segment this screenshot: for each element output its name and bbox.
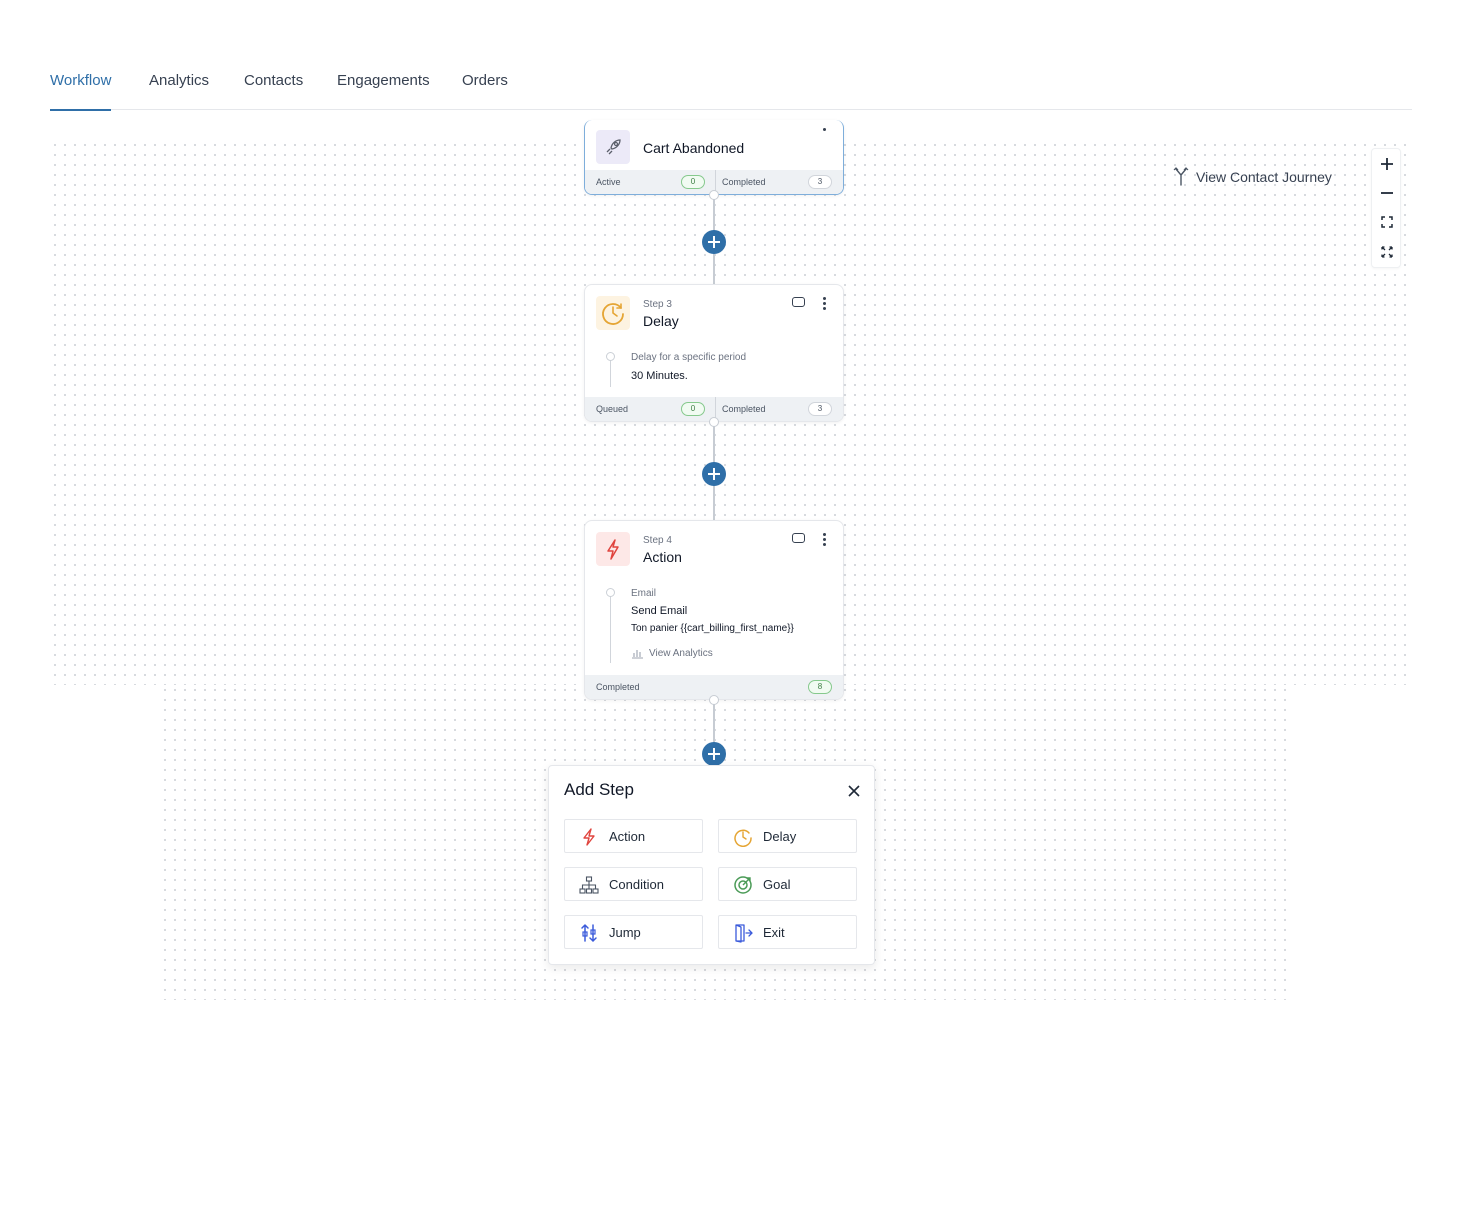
lightning-icon — [596, 532, 630, 566]
exit-icon — [735, 924, 753, 943]
fullscreen-button[interactable] — [1372, 237, 1402, 267]
close-icon[interactable] — [846, 783, 862, 799]
view-analytics-label: View Analytics — [649, 648, 713, 659]
add-delay-button[interactable]: Delay — [718, 819, 857, 853]
detail-label: Email — [631, 588, 657, 599]
add-step-button[interactable] — [702, 462, 726, 486]
detail-rail — [610, 593, 611, 663]
plus-icon — [1381, 158, 1393, 170]
add-exit-button[interactable]: Exit — [718, 915, 857, 949]
option-label: Condition — [609, 877, 664, 892]
delay-card[interactable]: Step 3 Delay Delay for a specific period… — [584, 284, 844, 422]
option-label: Jump — [609, 925, 641, 940]
branch-fork-icon — [1173, 167, 1189, 186]
footer-label: Completed — [722, 404, 766, 414]
detail-label: Delay for a specific period — [631, 352, 747, 363]
add-step-button[interactable] — [702, 742, 726, 766]
count-badge: 3 — [808, 175, 832, 189]
detail-value: 30 Minutes. — [631, 370, 688, 382]
connector-node — [709, 190, 719, 200]
action-card[interactable]: Step 4 Action Email Send Email Ton panie… — [584, 520, 844, 700]
fit-view-button[interactable] — [1372, 207, 1402, 237]
view-contact-journey-label: View Contact Journey — [1196, 169, 1332, 185]
count-badge: 3 — [808, 402, 832, 416]
fit-screen-icon — [1381, 216, 1393, 228]
card-title: Delay — [643, 313, 679, 329]
target-icon — [734, 876, 752, 894]
add-step-button[interactable] — [702, 230, 726, 254]
tab-contacts[interactable]: Contacts — [244, 72, 303, 110]
chart-icon — [632, 650, 643, 659]
detail-dot — [606, 588, 615, 597]
option-label: Action — [609, 829, 646, 844]
trigger-card[interactable]: Cart Abandoned Active 0 Completed 3 — [584, 120, 844, 195]
card-title: Cart Abandoned — [643, 140, 745, 156]
comment-icon[interactable] — [792, 533, 805, 543]
add-jump-button[interactable]: Jump — [564, 915, 703, 949]
tab-analytics[interactable]: Analytics — [149, 72, 209, 110]
card-title: Action — [643, 549, 682, 565]
step-number: Step 4 — [643, 535, 672, 546]
fullscreen-icon — [1381, 246, 1393, 258]
option-label: Delay — [763, 829, 797, 844]
footer-label: Completed — [596, 682, 640, 692]
clock-icon — [596, 296, 630, 330]
more-options-icon[interactable] — [823, 128, 827, 142]
rocket-icon — [596, 130, 630, 164]
add-goal-button[interactable]: Goal — [718, 867, 857, 901]
footer-label: Queued — [596, 404, 629, 414]
connector-node — [709, 695, 719, 705]
email-subject: Ton panier {{cart_billing_first_name}} — [631, 623, 794, 634]
more-options-icon[interactable] — [823, 297, 827, 311]
option-label: Exit — [763, 925, 785, 940]
branch-icon — [579, 876, 599, 894]
add-action-button[interactable]: Action — [564, 819, 703, 853]
option-label: Goal — [763, 877, 791, 892]
tab-orders[interactable]: Orders — [462, 72, 508, 110]
tab-workflow[interactable]: Workflow — [50, 72, 112, 111]
detail-value: Send Email — [631, 605, 688, 617]
comment-icon[interactable] — [792, 297, 805, 307]
add-condition-button[interactable]: Condition — [564, 867, 703, 901]
detail-dot — [606, 352, 615, 361]
connector-node — [709, 417, 719, 427]
detail-rail — [610, 357, 611, 387]
count-badge: 0 — [681, 175, 705, 189]
count-badge: 8 — [808, 680, 832, 694]
minus-icon — [1381, 192, 1393, 194]
more-options-icon[interactable] — [823, 533, 827, 547]
count-badge: 0 — [681, 402, 705, 416]
zoom-out-button[interactable] — [1372, 178, 1402, 208]
lightning-icon — [583, 828, 595, 846]
footer-label: Active — [596, 177, 621, 187]
add-step-popover: Add Step Action Delay Condition Goal Jum… — [548, 765, 875, 965]
zoom-in-button[interactable] — [1372, 149, 1402, 179]
add-step-title: Add Step — [564, 780, 634, 799]
step-number: Step 3 — [643, 299, 672, 310]
jump-icon — [581, 923, 597, 943]
tab-bar: Workflow Analytics Contacts Engagements … — [50, 62, 1412, 111]
tab-engagements[interactable]: Engagements — [337, 72, 430, 110]
zoom-controls — [1371, 148, 1401, 268]
clock-icon — [734, 829, 752, 847]
footer-label: Completed — [722, 177, 766, 187]
